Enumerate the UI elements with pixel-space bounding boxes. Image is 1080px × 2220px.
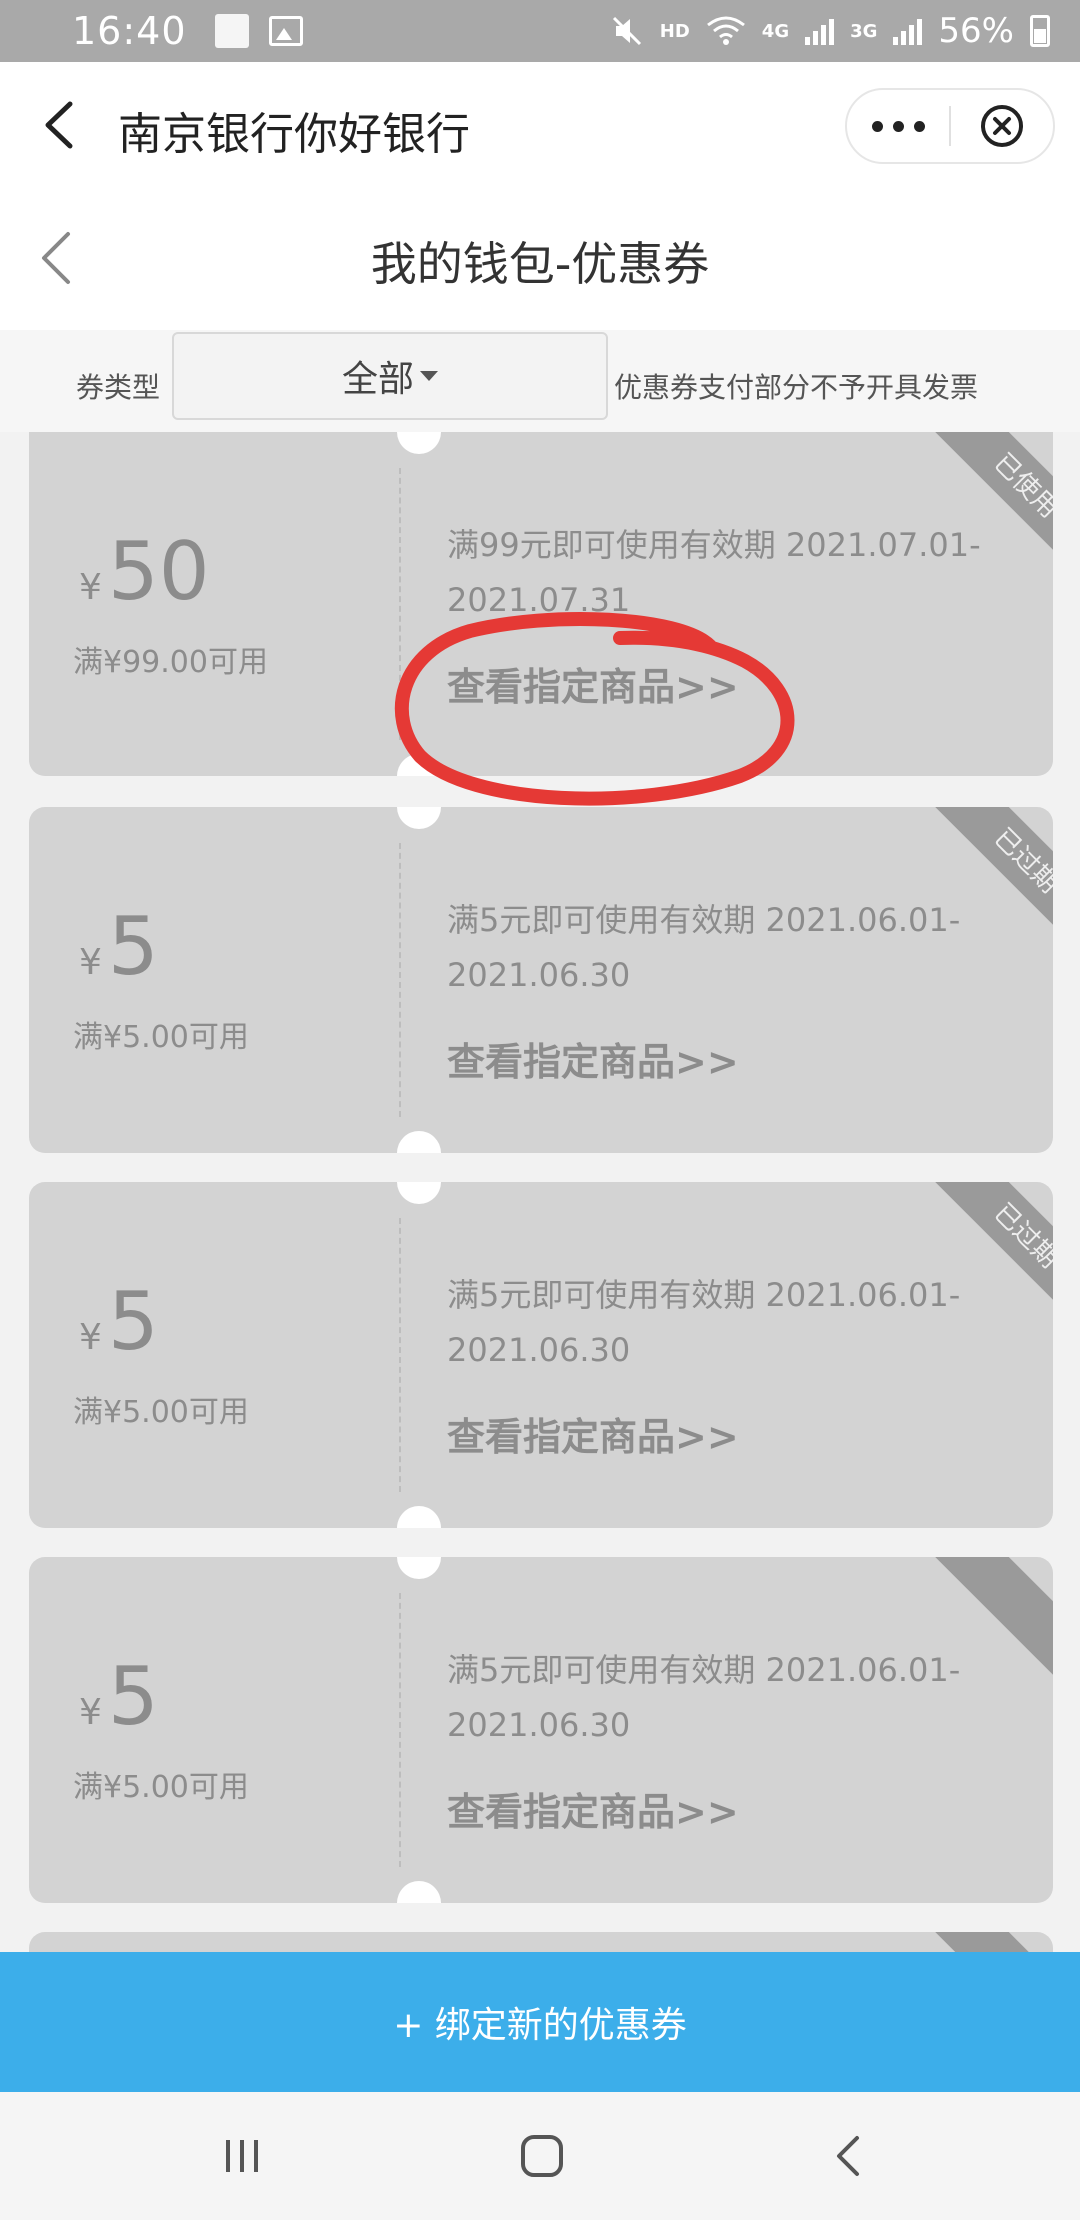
- status-ribbon: [903, 1932, 1053, 1952]
- status-badge: [929, 1932, 1053, 1952]
- coupon-card[interactable]: ¥5 满¥5.00可用 满5元即可使用有效期 2021.06.01-2021.0…: [29, 807, 1053, 1153]
- system-nav-bar: [0, 2092, 1080, 2220]
- coupon-amount: 5: [107, 1650, 159, 1743]
- status-ribbon: 已使用: [903, 432, 1053, 582]
- close-circle-icon[interactable]: [951, 90, 1053, 162]
- home-icon[interactable]: [512, 2130, 572, 2182]
- battery-icon: [1030, 15, 1050, 47]
- status-ribbon: 已过期: [903, 1182, 1053, 1332]
- coupon-notch: [397, 1506, 441, 1528]
- status-right: HD 4G 3G 56%: [610, 11, 1050, 51]
- coupon-notch: [397, 1557, 441, 1579]
- status-badge: 已过期: [929, 1182, 1053, 1332]
- signal-icon-2: [893, 17, 923, 45]
- page-header: 我的钱包-优惠券: [0, 188, 1080, 330]
- bind-new-coupon-button[interactable]: + 绑定新的优惠券: [0, 1952, 1080, 2092]
- network-3g-label: 3G: [850, 20, 878, 42]
- coupon-divider: [399, 1593, 401, 1867]
- coupon-condition: 满¥99.00可用: [73, 645, 268, 680]
- notification-square-icon: [214, 14, 249, 48]
- coupon-notch: [397, 807, 441, 829]
- invoice-note: 优惠券支付部分不予开具发票: [614, 371, 979, 404]
- status-badge: [929, 1557, 1053, 1707]
- coupon-condition: 满¥5.00可用: [73, 1770, 249, 1805]
- status-time: 16:40: [72, 9, 187, 53]
- coupon-amount-wrap: ¥5: [79, 1657, 159, 1737]
- coupon-amount-wrap: ¥5: [79, 907, 159, 987]
- network-4g-label: 4G: [761, 20, 790, 42]
- nav-back-icon[interactable]: [818, 2130, 878, 2182]
- view-products-link[interactable]: 查看指定商品>>: [447, 1031, 739, 1086]
- coupon-card[interactable]: ¥5 满¥5.00可用 满5元即可使用有效期 2021.06.01-2021.0…: [29, 1182, 1053, 1528]
- coupon-condition: 满¥5.00可用: [73, 1395, 249, 1430]
- coupon-card[interactable]: ¥50 满¥99.00可用 满99元即可使用有效期 2021.07.01-202…: [29, 432, 1053, 776]
- view-products-link[interactable]: 查看指定商品>>: [447, 1781, 739, 1836]
- mute-icon: [612, 16, 641, 46]
- app-header: 南京银行你好银行: [0, 62, 1080, 188]
- gallery-icon: [268, 16, 303, 46]
- more-dots-icon[interactable]: [847, 90, 949, 162]
- coupon-notch: [397, 432, 441, 454]
- page-title: 我的钱包-优惠券: [370, 237, 710, 291]
- coupon-amount: 5: [107, 1275, 159, 1368]
- coupon-card[interactable]: ¥5 满¥5.00可用 满5元即可使用有效期 2021.06.01-2021.0…: [29, 1557, 1053, 1903]
- coupon-amount-wrap: ¥50: [79, 532, 210, 612]
- status-bar: 16:40 HD 4G 3G 56%: [0, 0, 1080, 62]
- status-badge: 已使用: [929, 432, 1053, 582]
- app-title: 南京银行你好银行: [118, 109, 470, 160]
- coupon-divider: [399, 843, 401, 1117]
- coupon-list[interactable]: ¥50 满¥99.00可用 满99元即可使用有效期 2021.07.01-202…: [0, 432, 1080, 1952]
- coupon-divider: [399, 1218, 401, 1492]
- coupon-notch: [397, 754, 441, 776]
- coupon-amount: 50: [107, 525, 210, 618]
- coupon-notch: [397, 1182, 441, 1204]
- currency-symbol: ¥: [79, 1317, 102, 1358]
- battery-percent: 56%: [938, 11, 1014, 51]
- coupon-card[interactable]: [29, 1932, 1053, 1952]
- view-products-link[interactable]: 查看指定商品>>: [447, 656, 739, 711]
- coupon-divider: [399, 468, 401, 740]
- currency-symbol: ¥: [79, 1692, 102, 1733]
- wifi-icon: [706, 16, 745, 45]
- coupon-type-value: 全部: [341, 359, 414, 400]
- recent-apps-icon[interactable]: [212, 2130, 272, 2182]
- mini-program-capsule: [845, 88, 1055, 164]
- view-products-link[interactable]: 查看指定商品>>: [447, 1406, 739, 1461]
- coupon-type-label: 券类型: [76, 371, 161, 404]
- filter-bar: 券类型 全部 优惠券支付部分不予开具发票: [0, 330, 1080, 432]
- coupon-amount: 5: [107, 900, 159, 993]
- status-badge: 已过期: [929, 807, 1053, 957]
- status-ribbon: 已过期: [903, 807, 1053, 957]
- hd-label: HD: [659, 20, 690, 42]
- caret-down-icon: [420, 371, 438, 381]
- back-arrow-icon[interactable]: [40, 100, 80, 150]
- coupon-amount-wrap: ¥5: [79, 1282, 159, 1362]
- coupon-type-select[interactable]: 全部: [172, 332, 608, 420]
- currency-symbol: ¥: [79, 567, 102, 608]
- coupon-condition: 满¥5.00可用: [73, 1020, 249, 1055]
- status-ribbon: [903, 1557, 1053, 1707]
- coupon-notch: [397, 1131, 441, 1153]
- currency-symbol: ¥: [79, 942, 102, 983]
- signal-icon: [805, 17, 835, 45]
- coupon-notch: [397, 1881, 441, 1903]
